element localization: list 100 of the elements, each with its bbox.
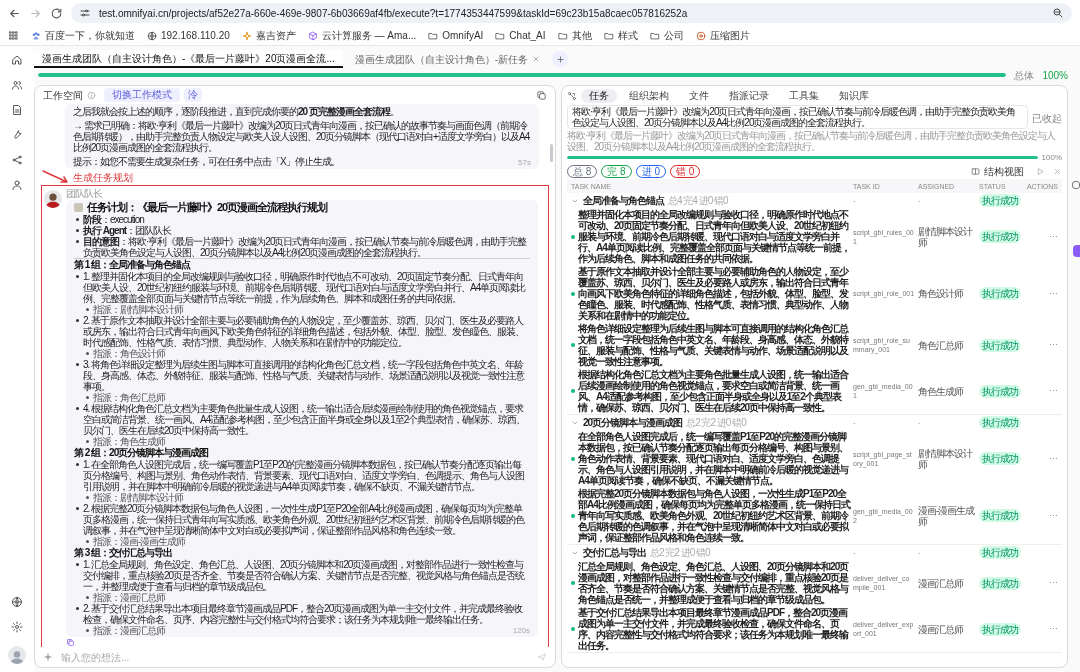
more-button[interactable]: ··· (1049, 622, 1058, 636)
status-badge: 执行成功 (979, 384, 1021, 398)
more-button[interactable]: ··· (1049, 286, 1058, 301)
more-button[interactable]: ··· (1049, 384, 1058, 398)
avatar[interactable] (8, 646, 26, 664)
table-cell-text: - (853, 194, 857, 207)
settings-icon[interactable] (11, 621, 23, 633)
bookmark[interactable]: 公司 (649, 28, 684, 43)
nodes-icon[interactable] (567, 90, 577, 101)
status-badge: 执行成功 (979, 230, 1021, 243)
bookmark[interactable]: 192.168.110.20 (147, 28, 230, 43)
panel-title: 工作空间 (43, 88, 83, 103)
task-name: 基于原作文本抽取并设计全部主要与必要辅助角色的人物设定，至少覆盖苏、琼西、贝尔门、医生及必要路人或房东，输出符合日式青年向画风下欧美角色特征的详细角色描述，包括外貌、体型、脸型、发色瞳色、服装、时代感配饰、性格气质、表情习惯、典型动作、人物关系和在剧情中的功能定位。 (578, 266, 850, 321)
group-heading: 第 3 组：交付汇总与导出 (74, 547, 173, 559)
share-icon[interactable] (11, 154, 23, 166)
panel-tab[interactable]: 文件 (681, 88, 717, 103)
folder-icon (428, 30, 439, 41)
bookmark[interactable]: 压缩图片 (695, 28, 750, 43)
filter-chip[interactable]: 完 8 (601, 164, 632, 178)
paw-icon (31, 30, 41, 41)
group-stats: 总4 完4 进0 错0 (668, 194, 728, 208)
assistant-launcher[interactable] (1073, 245, 1080, 257)
copy-icon[interactable] (536, 89, 547, 101)
plus-icon (555, 54, 565, 64)
assignee-cell-text: 角色生成师 (918, 385, 965, 397)
plus-icon[interactable] (43, 652, 53, 662)
bookmark[interactable]: 百度一下，你就知道 (31, 28, 135, 43)
app-tab[interactable]: 漫画生成团队（自主设计角色）-新任务 (346, 50, 549, 68)
bookmark[interactable]: Chat_AI (495, 28, 546, 43)
reload-icon[interactable] (50, 6, 63, 20)
site-info-icon[interactable] (79, 7, 91, 19)
avatar (44, 190, 62, 208)
meta-text: 执行 Agent：团队队长 (83, 225, 172, 236)
meta-text: 阶段：execution (83, 214, 144, 225)
panel-tab[interactable]: 指派记录 (721, 88, 777, 103)
more-button[interactable]: ··· (1049, 451, 1058, 466)
sender-name: 团队队长 (66, 188, 104, 199)
filter-chip[interactable]: 总 8 (567, 164, 598, 178)
user-icon[interactable] (11, 179, 23, 191)
assignee-cell-text: 剧情脚本设计师 (918, 447, 974, 470)
more-button[interactable]: ··· (1049, 338, 1058, 352)
status-badge: 执行成功 (979, 576, 1021, 590)
bullet-icon (76, 275, 79, 278)
status-badge: 执行成功 (979, 509, 1021, 522)
globe-icon[interactable] (11, 596, 23, 608)
panel-tab[interactable]: 任务 (581, 88, 617, 103)
floating-icon[interactable] (1072, 180, 1080, 190)
panel-tab[interactable]: 组织架构 (621, 88, 677, 103)
close-icon[interactable] (532, 55, 541, 63)
zoom-icon[interactable] (1052, 7, 1064, 19)
group-name: 交付汇总与导出 (583, 546, 646, 560)
folder-icon (649, 30, 660, 41)
message-text: 之后我就会按上述的顺序，逐阶段推进，直到完成你要的20 页完整漫画全套流程。 (73, 106, 400, 117)
new-tab-button[interactable] (552, 51, 569, 67)
copy-icon[interactable] (66, 638, 75, 647)
address-bar[interactable]: test.omnifyai.cn/projects/af52e27a-660e-469e-9807-6b03669af4fb/execute?t=1774353447599&taskId=69c23b15a8caec057816252a (71, 3, 1072, 23)
globe-icon (147, 30, 157, 41)
group-heading: 第 2 组：20页分镜脚本与漫画成图 (74, 447, 210, 459)
progress-reading: 100% (1042, 68, 1068, 83)
more-button[interactable]: ··· (1049, 229, 1058, 244)
url-text: test.omnifyai.cn/projects/af52e27a-660e-469e-9807-6b03669af4fb/execute?t=1774353447599&taskId=69c23b15a8caec057816252a (99, 6, 688, 21)
more-button[interactable]: ··· (1049, 576, 1058, 590)
plan-item: 1. 汇总全局规则、角色设定、角色汇总、人设图、20页分镜脚本和20页漫画成图，对整部作品进行一致性检查与交付编排，重点核验20页是否齐全、节奏是否符合确认方案、关键情节点是否完整、视觉风格与角色锚点是否统一，并整理成便于查看与归档的章节级成品包。 (83, 559, 526, 592)
bookmark[interactable]: OmnifyAI (428, 28, 484, 43)
app-tab[interactable]: 漫画生成团队（自主设计角色）-《最后一片藤叶》20页漫画全流... (34, 50, 343, 68)
assignee-text: 指派：角色生成师 (93, 436, 165, 447)
bullet-icon (76, 218, 79, 221)
assignee-cell: 漫画-漫画生成师 (918, 504, 976, 527)
bullet-icon (76, 319, 79, 322)
group-stats: 总2 完2 进0 错0 (650, 546, 710, 560)
task-name: 基于交付汇总结果导出本项目最终章节漫画成品PDF，整合20页漫画成图为单一主交付文件，并完成最终验收检查，确保文件命名、页序、内容完整性与交付格式均符合要求；该任务为本规划唯一最终输出任务。 (578, 607, 850, 651)
home-icon[interactable] (11, 54, 23, 66)
bookmark[interactable]: 其他 (557, 28, 592, 43)
bookmark[interactable]: 云计算服务 — Ama... (307, 28, 417, 43)
bullet-icon (76, 563, 79, 566)
panel-tab[interactable]: 工具集 (781, 88, 827, 103)
table-cell-text: - (918, 416, 922, 429)
plan-item: 2. 基于原作文本抽取并设计全部主要与必要辅助角色的人物设定，至少覆盖苏、琼西、贝尔门、医生及必要路人或房东，输出符合日式青年向画风下欧美角色特征的详细角色描述，包括外貌、体型、脸型、发色瞳色、服装、时代感配饰、性格气质、表情习惯、典型动作、人物关系和在剧情中的功能定位。 (83, 315, 525, 348)
collapse-button[interactable]: 已收起 (1032, 113, 1062, 124)
message-text: → 需求已明确：将欧·亨利《最后一片藤叶》改编为20页日式青年向漫画，按已确认的故事节奏与画面色调（前期冷色后期转暖），由助手完整负责人物设定与欧美人设人设图、20页分镜脚本（现代口语对白+适度文学旁白）以及A4比例20页漫画成图的全套流程执行。 (73, 120, 531, 153)
plan-item: 3. 将角色详细设定整理为后续生图与脚本可直接调用的结构化角色汇总文档，统一字段包括角色中英文名、年龄段、身高感、体态、外貌特征、服装与配饰、性格与气质、关键表情与动作、场景适配说明以及视觉一致性注意事项。 (83, 359, 526, 392)
goal-text: 将欧·亨利《最后一片藤叶》改编为20页日式青年向漫画，按已确认节奏与前冷后暖色调，由助手完整负责欧美角色设定与人设图、20页分镜脚本以及A4比例20页漫画成图的全套流程执行。 (567, 105, 1028, 129)
bookmark[interactable]: 嘉吉资产 (241, 28, 296, 43)
scrollbar-thumb[interactable] (550, 144, 553, 162)
filter-chip[interactable]: 错 0 (670, 164, 701, 178)
meta-text: 目的意图：将欧·亨利《最后一片藤叶》改编为20页日式青年向漫画，按已确认节奏与前冷后暖色调，由助手完整负责欧美角色设定与人设图、20页分镜脚本以及A4比例20页漫画成图的全套流程执行。 (83, 236, 528, 258)
mode-button[interactable]: 切换工作模式 (104, 88, 180, 102)
columns-icon[interactable] (971, 166, 980, 176)
users-icon[interactable] (11, 79, 23, 91)
more-button[interactable]: ··· (1049, 508, 1058, 523)
view-button[interactable]: 结构视图 (984, 163, 1024, 179)
mode-tag: 泠 (184, 88, 202, 102)
plan-item: 4. 根据结构化角色汇总文档为主要角色批量生成人设图，统一输出适合后续漫画绘制使用的角色视觉锚点，要求空白或简洁背景、统一画风、A4适配参考构图，至少包含正面半身或全身以及1至2个典型表情，确保苏、琼西、贝尔门、医生在后续20页中保持高一致性。 (83, 403, 527, 436)
message-text: 提示：如您不需要生成复杂任务，可在任务中点击「X」停止生成。 (73, 156, 340, 167)
panel-tab[interactable]: 知识库 (831, 88, 877, 103)
message-time: 57s (518, 158, 531, 167)
bookmark[interactable]: 样式 (603, 28, 638, 43)
filter-chip[interactable]: 进 0 (635, 164, 667, 178)
apps-icon[interactable] (8, 30, 19, 41)
status-badge: 执行成功 (979, 546, 1021, 559)
